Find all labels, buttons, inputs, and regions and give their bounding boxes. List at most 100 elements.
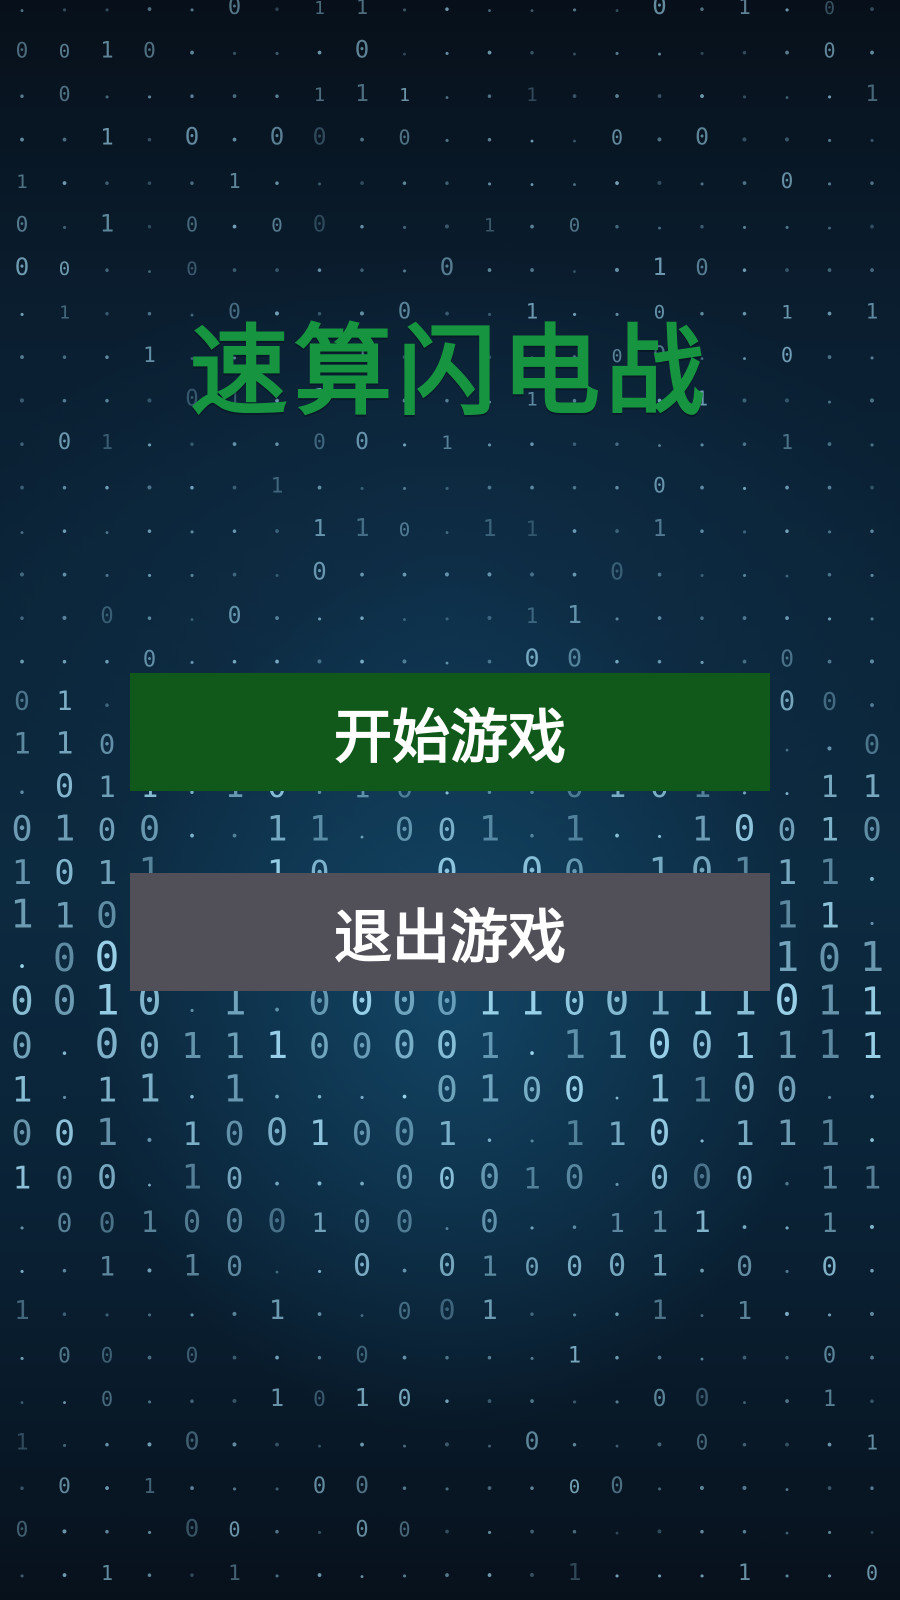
rain-glyph: • [358, 221, 365, 235]
rain-glyph: • [528, 1568, 536, 1584]
rain-glyph: • [18, 90, 25, 104]
rain-glyph: • [826, 482, 834, 497]
rain-glyph: • [528, 1308, 535, 1322]
rain-glyph: • [614, 1529, 620, 1540]
rain-glyph: • [230, 1438, 238, 1454]
rain-glyph: • [231, 482, 239, 497]
rain-glyph: 1 [866, 1431, 878, 1455]
rain-glyph: • [401, 439, 408, 452]
rain-glyph: 0 [824, 0, 835, 19]
rain-glyph: 0 [225, 1202, 244, 1240]
rain-glyph: 1 [734, 1026, 756, 1067]
rain-glyph: 0 [270, 123, 284, 151]
rain-glyph: • [443, 1438, 451, 1454]
rain-glyph: 1 [100, 39, 113, 64]
rain-glyph: 1 [437, 1114, 457, 1153]
rain-glyph: 1 [183, 1249, 200, 1283]
rain-glyph: 1 [737, 1296, 752, 1325]
rain-glyph: • [401, 4, 408, 17]
rain-glyph: • [358, 569, 366, 584]
rain-glyph: • [444, 483, 451, 496]
rain-glyph: 0 [611, 126, 623, 150]
rain-glyph: • [103, 656, 110, 670]
rain-glyph: • [784, 93, 790, 104]
rain-glyph: • [18, 1482, 25, 1496]
start-game-button[interactable]: 开始游戏 [130, 673, 770, 791]
rain-glyph: 0 [139, 1026, 161, 1067]
rain-glyph: 1 [820, 811, 839, 849]
rain-glyph: • [614, 1094, 620, 1105]
rain-glyph: • [188, 482, 195, 496]
rain-glyph: 1 [141, 1205, 158, 1239]
rain-glyph: • [359, 833, 365, 844]
rain-glyph: • [443, 1526, 451, 1541]
rain-glyph: • [571, 482, 578, 496]
rain-glyph: • [358, 612, 365, 626]
rain-glyph: • [528, 1526, 536, 1541]
rain-glyph: 0 [184, 1427, 199, 1456]
rain-glyph: 0 [58, 1344, 71, 1368]
rain-glyph: • [274, 570, 281, 583]
rain-glyph: • [401, 483, 408, 496]
rain-glyph: 1 [820, 1161, 839, 1197]
rain-glyph: 1 [863, 1161, 882, 1197]
rain-glyph: 1 [97, 853, 117, 892]
rain-glyph: 1 [861, 1026, 883, 1067]
rain-glyph: 0 [355, 1473, 369, 1499]
rain-glyph: • [61, 482, 68, 496]
rain-glyph: • [231, 438, 239, 453]
rain-glyph: 1 [10, 893, 33, 938]
rain-glyph: • [783, 482, 791, 497]
rain-glyph: • [444, 1224, 450, 1235]
rain-glyph: • [443, 1395, 450, 1409]
rain-glyph: • [783, 1307, 791, 1323]
rain-glyph: 1 [775, 933, 800, 981]
rain-glyph: • [826, 135, 833, 148]
rain-glyph: 0 [395, 1159, 414, 1197]
rain-glyph: • [231, 569, 239, 584]
rain-glyph: 0 [399, 519, 410, 541]
rain-glyph: 0 [398, 1299, 412, 1325]
rain-glyph: 0 [780, 647, 794, 673]
rain-glyph: • [741, 438, 748, 452]
rain-glyph: 1 [523, 1162, 540, 1196]
rain-glyph: • [61, 525, 68, 539]
rain-glyph: • [528, 568, 536, 584]
rain-glyph: 0 [54, 1114, 75, 1154]
rain-glyph: • [145, 1133, 153, 1149]
rain-glyph: 1 [309, 1114, 330, 1154]
rain-glyph: • [571, 1439, 578, 1453]
exit-game-button[interactable]: 退出游戏 [130, 873, 770, 991]
rain-glyph: • [868, 1091, 876, 1106]
rain-glyph: 0 [186, 213, 198, 237]
rain-glyph: • [826, 1439, 834, 1454]
rain-glyph: • [656, 656, 663, 670]
rain-glyph: 1 [478, 1068, 500, 1111]
rain-glyph: • [316, 482, 324, 497]
rain-glyph: • [19, 6, 25, 17]
rain-glyph: • [826, 438, 834, 453]
rain-glyph: 0 [95, 933, 120, 981]
rain-glyph: • [868, 482, 876, 497]
rain-glyph: • [868, 1395, 875, 1409]
rain-glyph: 0 [11, 1114, 32, 1154]
rain-glyph: • [869, 1527, 876, 1540]
rain-glyph: • [19, 1353, 26, 1366]
rain-glyph: • [486, 6, 492, 17]
rain-glyph: 1 [564, 1114, 584, 1154]
rain-glyph: • [741, 1398, 747, 1409]
rain-glyph: 0 [734, 809, 756, 850]
rain-glyph: 1 [776, 1114, 797, 1154]
rain-glyph: • [443, 1569, 451, 1584]
rain-glyph: 1 [568, 1560, 582, 1586]
rain-glyph: 1 [354, 1383, 369, 1412]
rain-glyph: • [655, 176, 663, 192]
game-title: 速算闪电战 [189, 315, 710, 429]
rain-glyph: 1 [738, 0, 751, 19]
rain-glyph: 1 [355, 81, 369, 107]
rain-glyph: • [146, 439, 153, 452]
rain-glyph: 1 [819, 897, 840, 937]
rain-glyph: 0 [776, 1071, 797, 1111]
rain-glyph: • [698, 1526, 705, 1540]
rain-glyph: 1 [314, 84, 325, 106]
